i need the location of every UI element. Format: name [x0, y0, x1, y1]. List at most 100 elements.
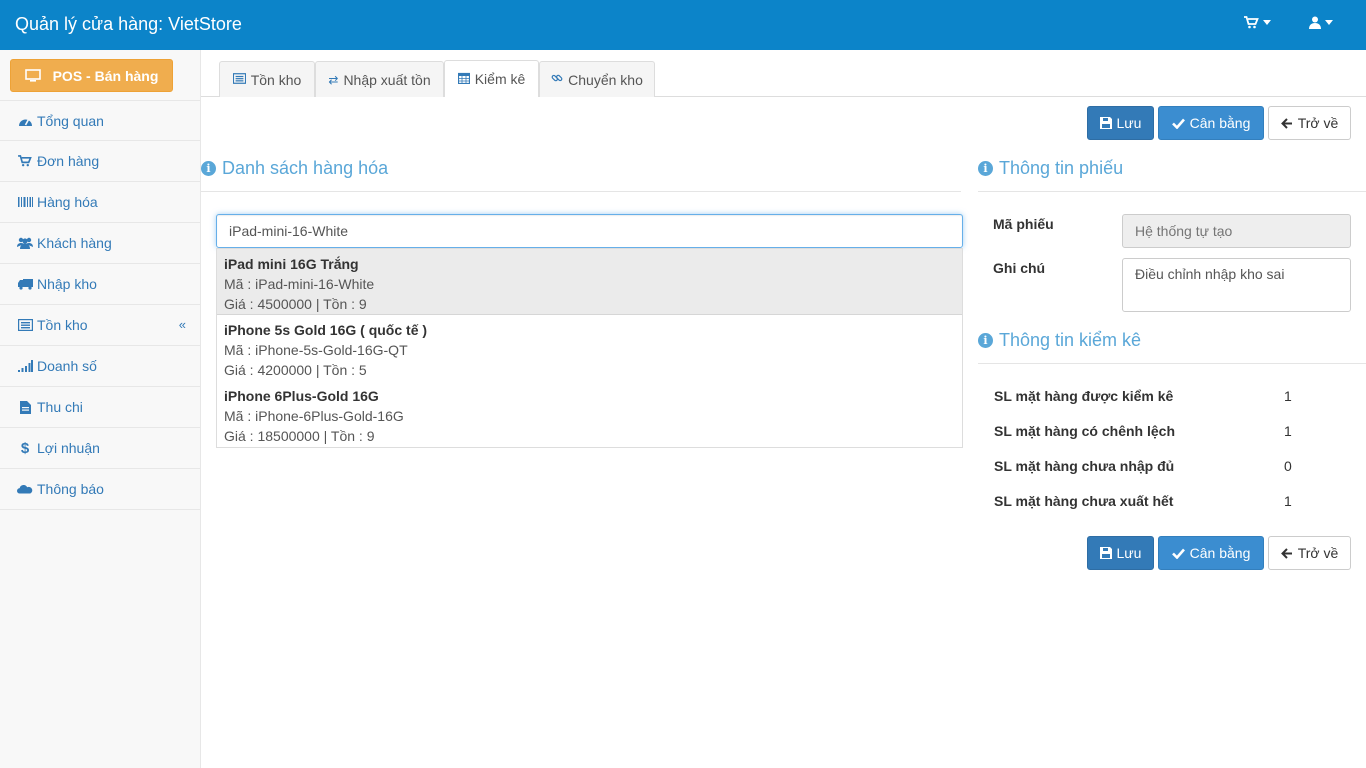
balance-button-bottom[interactable]: Cân bằng	[1158, 536, 1264, 570]
sidebar-item-khach-hang[interactable]: Khách hàng	[0, 223, 200, 264]
arrow-left-icon	[1280, 547, 1292, 559]
suggestion-price: Giá : 18500000 | Tồn : 9	[224, 428, 375, 444]
save-button-label: Lưu	[1116, 545, 1142, 561]
back-button[interactable]: Trở về	[1268, 106, 1351, 140]
cloud-icon	[17, 484, 33, 495]
stat-label-checked: SL mặt hàng được kiểm kê	[994, 388, 1174, 404]
chevron-down-icon	[1263, 20, 1271, 25]
check-icon	[1171, 118, 1185, 129]
save-button-bottom[interactable]: Lưu	[1087, 536, 1154, 570]
tab-label: Nhập xuất tồn	[343, 71, 431, 88]
floppy-icon	[1099, 117, 1112, 129]
suggestion-code: Mã : iPhone-5s-Gold-16G-QT	[224, 342, 408, 358]
stat-value-checked: 1	[1284, 388, 1292, 404]
pos-button[interactable]: POS - Bán hàng	[10, 59, 173, 92]
balance-button-label: Cân bằng	[1189, 545, 1251, 561]
info-icon: i	[978, 161, 993, 176]
sidebar-item-doanh-so[interactable]: Doanh số	[0, 346, 200, 387]
search-suggestions: iPad mini 16G Trắng Mã : iPad-mini-16-Wh…	[216, 248, 963, 448]
sidebar-item-label: Đơn hàng	[37, 153, 100, 169]
inventory-tabs: Tồn kho ⇄ Nhập xuất tồn Kiểm kê Chuyển k…	[201, 60, 1366, 97]
suggestion-item[interactable]: iPhone 6Plus-Gold 16G Mã : iPhone-6Plus-…	[217, 381, 962, 447]
divider	[978, 191, 1366, 192]
tab-label: Chuyển kho	[568, 71, 643, 88]
suggestion-code: Mã : iPhone-6Plus-Gold-16G	[224, 408, 404, 424]
suggestion-name: iPhone 6Plus-Gold 16G	[224, 388, 379, 404]
sidebar-item-thong-bao[interactable]: Thông báo	[0, 469, 200, 510]
top-navbar: Quản lý cửa hàng: VietStore	[0, 0, 1366, 50]
save-button[interactable]: Lưu	[1087, 106, 1154, 140]
arrow-left-icon	[1280, 117, 1292, 129]
truck-icon	[17, 278, 33, 290]
divider	[201, 191, 961, 192]
monitor-icon	[24, 69, 41, 82]
list-alt-icon	[232, 72, 246, 87]
signal-icon	[17, 360, 33, 372]
file-icon	[17, 400, 33, 414]
chevron-down-icon	[1325, 20, 1333, 25]
back-button-bottom[interactable]: Trở về	[1268, 536, 1351, 570]
stat-label-unshipped: SL mặt hàng chưa xuất hết	[994, 493, 1174, 509]
sidebar-item-ton-kho[interactable]: Tồn kho «	[0, 305, 200, 346]
back-button-label: Trở về	[1297, 115, 1339, 131]
info-icon: i	[978, 333, 993, 348]
stat-value-diff: 1	[1284, 423, 1292, 439]
tab-nhap-xuat-ton[interactable]: ⇄ Nhập xuất tồn	[315, 61, 444, 97]
product-search-input[interactable]	[216, 214, 963, 248]
shopping-cart-icon	[17, 155, 33, 167]
back-button-label: Trở về	[1297, 545, 1339, 561]
dashboard-icon	[17, 115, 33, 127]
stat-label-diff: SL mặt hàng có chênh lệch	[994, 423, 1176, 439]
sidebar-item-label: Tổng quan	[37, 112, 104, 129]
suggestion-item[interactable]: iPad mini 16G Trắng Mã : iPad-mini-16-Wh…	[217, 249, 962, 315]
voucher-code-label: Mã phiếu	[993, 216, 1054, 232]
sidebar-item-tong-quan[interactable]: Tổng quan	[0, 100, 200, 141]
tab-chuyen-kho[interactable]: Chuyển kho	[539, 61, 655, 97]
check-icon	[1171, 548, 1185, 559]
product-list-heading: i Danh sách hàng hóa	[201, 158, 388, 179]
floppy-icon	[1099, 547, 1112, 559]
sidebar-item-label: Nhập kho	[37, 276, 97, 292]
suggestion-price: Giá : 4500000 | Tồn : 9	[224, 296, 367, 312]
sidebar-item-label: Hàng hóa	[37, 194, 98, 210]
collapse-icon[interactable]: «	[179, 317, 186, 332]
users-icon	[17, 237, 33, 249]
user-menu[interactable]	[1309, 16, 1333, 29]
note-label: Ghi chú	[993, 260, 1046, 276]
dollar-icon: $	[20, 439, 30, 457]
stocktake-heading: i Thông tin kiểm kê	[978, 330, 1141, 351]
barcode-icon	[17, 196, 33, 208]
sidebar-item-label: Khách hàng	[37, 235, 112, 251]
exchange-icon: ⇄	[328, 72, 339, 87]
sidebar-item-label: Tồn kho	[37, 317, 88, 333]
note-textarea[interactable]: Điều chỉnh nhập kho sai	[1122, 258, 1351, 312]
list-alt-icon	[17, 319, 33, 331]
tab-kiem-ke[interactable]: Kiểm kê	[444, 60, 539, 97]
voucher-code-input[interactable]	[1122, 214, 1351, 248]
sidebar-item-loi-nhuan[interactable]: $ Lợi nhuận	[0, 428, 200, 469]
shopping-cart-icon	[1244, 16, 1259, 29]
sidebar-item-hang-hoa[interactable]: Hàng hóa	[0, 182, 200, 223]
user-icon	[1309, 16, 1321, 29]
sidebar-item-label: Thu chi	[37, 399, 83, 415]
voucher-heading: i Thông tin phiếu	[978, 158, 1123, 179]
brand-title[interactable]: Quản lý cửa hàng: VietStore	[15, 14, 242, 35]
suggestion-name: iPhone 5s Gold 16G ( quốc tế )	[224, 322, 428, 338]
calendar-icon	[457, 72, 470, 87]
stat-label-underfilled: SL mặt hàng chưa nhập đủ	[994, 458, 1175, 474]
balance-button[interactable]: Cân bằng	[1158, 106, 1264, 140]
sidebar-item-label: Thông báo	[37, 481, 104, 497]
info-icon: i	[201, 161, 216, 176]
sidebar-item-don-hang[interactable]: Đơn hàng	[0, 141, 200, 182]
stat-value-unshipped: 1	[1284, 493, 1292, 509]
suggestion-item[interactable]: iPhone 5s Gold 16G ( quốc tế ) Mã : iPho…	[217, 315, 962, 381]
tab-ton-kho[interactable]: Tồn kho	[219, 61, 315, 97]
divider	[978, 363, 1366, 364]
stat-value-underfilled: 0	[1284, 458, 1292, 474]
stocktake-title: Thông tin kiểm kê	[999, 330, 1142, 350]
sidebar: POS - Bán hàng Tổng quan Đơn hàng Hàng h…	[0, 50, 201, 768]
cart-menu[interactable]	[1244, 16, 1271, 29]
sidebar-item-nhap-kho[interactable]: Nhập kho	[0, 264, 200, 305]
sidebar-item-thu-chi[interactable]: Thu chi	[0, 387, 200, 428]
link-icon	[551, 72, 563, 87]
